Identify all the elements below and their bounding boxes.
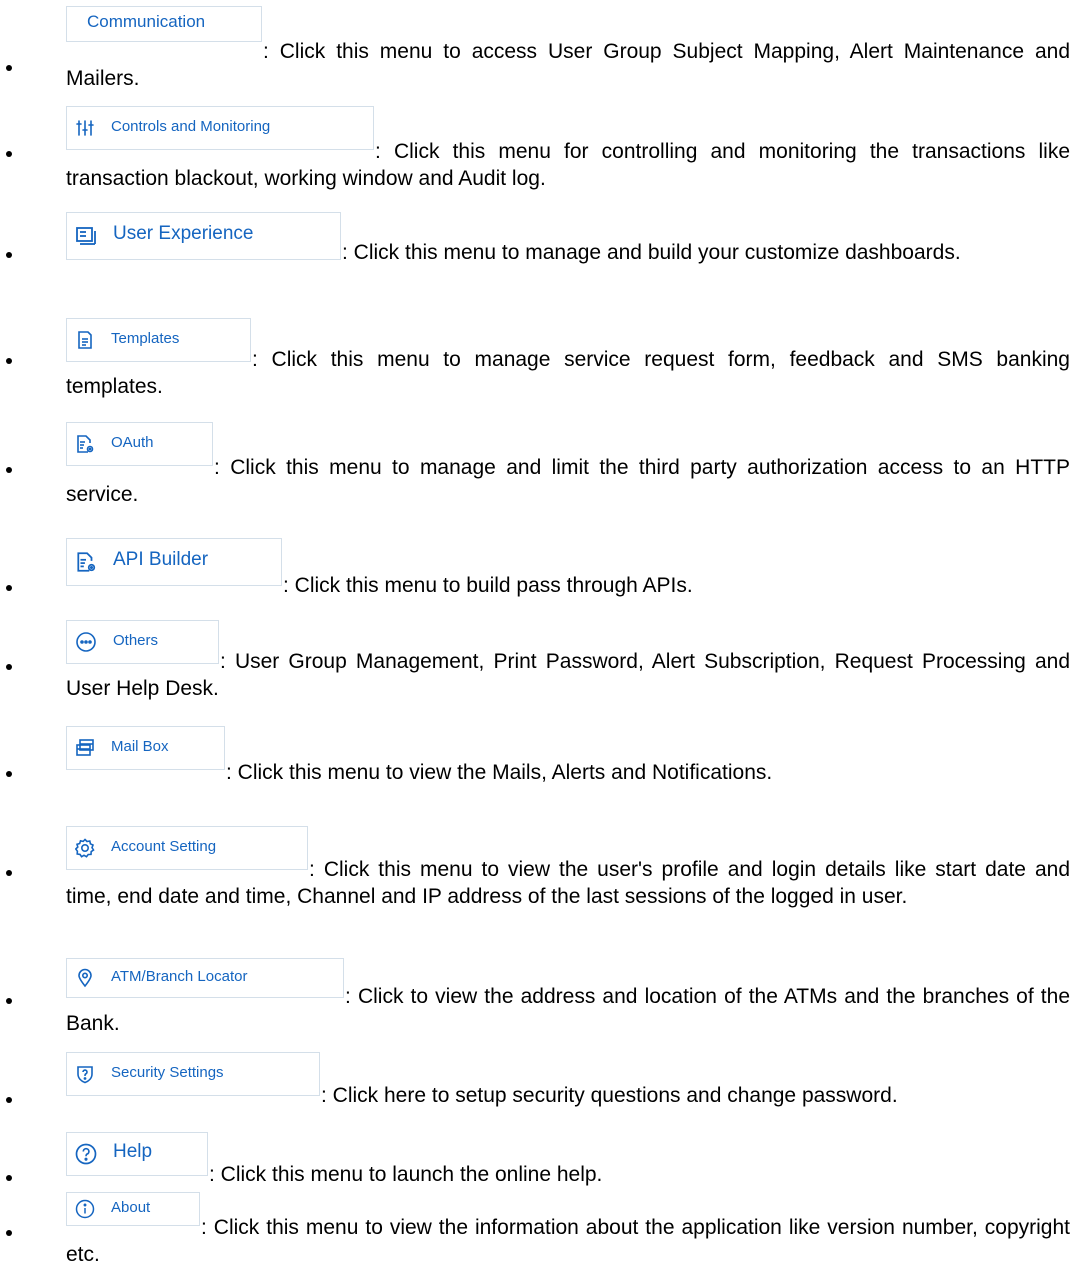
- mailbox-icon: [75, 738, 95, 758]
- item-description: : Click to view the address and location…: [66, 985, 1070, 1035]
- menu-label: Controls and Monitoring: [111, 117, 271, 135]
- document-page: Communication : Click this menu to acces…: [0, 0, 1077, 1266]
- menu-label: Others: [113, 631, 159, 649]
- document-gear-icon: [75, 434, 95, 454]
- bullet: [6, 252, 12, 258]
- item-description: : Click here to setup security questions…: [321, 1084, 898, 1107]
- menu-label: Templates: [111, 329, 180, 347]
- menu-label: Account Setting: [111, 837, 217, 855]
- item-description: : Click this menu to manage service requ…: [66, 348, 1070, 398]
- bullet: [6, 1175, 12, 1181]
- item-description: : User Group Management, Print Password,…: [66, 650, 1070, 700]
- communication-menu-button[interactable]: Communication: [66, 6, 262, 42]
- item-description: : Click this menu for controlling and mo…: [66, 140, 1070, 190]
- bullet: [6, 664, 12, 670]
- bullet: [6, 1230, 12, 1236]
- bullet: [6, 771, 12, 777]
- menu-label: Security Settings: [111, 1063, 224, 1081]
- bullet: [6, 870, 12, 876]
- bullet: [6, 65, 12, 71]
- item-description: : Click this menu to manage and limit th…: [66, 456, 1070, 506]
- menu-label: OAuth: [111, 433, 154, 451]
- menu-label: Help: [113, 1141, 153, 1162]
- menu-label: API Builder: [113, 549, 209, 570]
- item-description: : Click this menu to view the informatio…: [66, 1216, 1070, 1266]
- bullet: [6, 998, 12, 1004]
- gear-icon: [75, 838, 95, 858]
- item-description: : Click this menu to launch the online h…: [209, 1163, 603, 1186]
- shield-question-icon: [75, 1064, 95, 1084]
- menu-label: ATM/Branch Locator: [111, 967, 248, 985]
- item-description: : Click this menu to manage and build yo…: [342, 241, 961, 264]
- menu-label: Mail Box: [111, 737, 169, 755]
- sliders-icon: [75, 118, 95, 138]
- document-gear-icon: [75, 551, 97, 573]
- item-description: : Click this menu to view the user's pro…: [66, 858, 1070, 908]
- item-description: : Click this menu to build pass through …: [283, 574, 693, 597]
- menu-label: About: [111, 1198, 151, 1216]
- menu-label: Communication: [87, 12, 206, 31]
- item-description: : Click this menu to view the Mails, Ale…: [226, 761, 773, 784]
- bullet: [6, 467, 12, 473]
- bullet: [6, 358, 12, 364]
- bullet: [6, 151, 12, 157]
- bullet: [6, 585, 12, 591]
- bullet: [6, 1097, 12, 1103]
- item-description: : Click this menu to access User Group S…: [66, 40, 1070, 90]
